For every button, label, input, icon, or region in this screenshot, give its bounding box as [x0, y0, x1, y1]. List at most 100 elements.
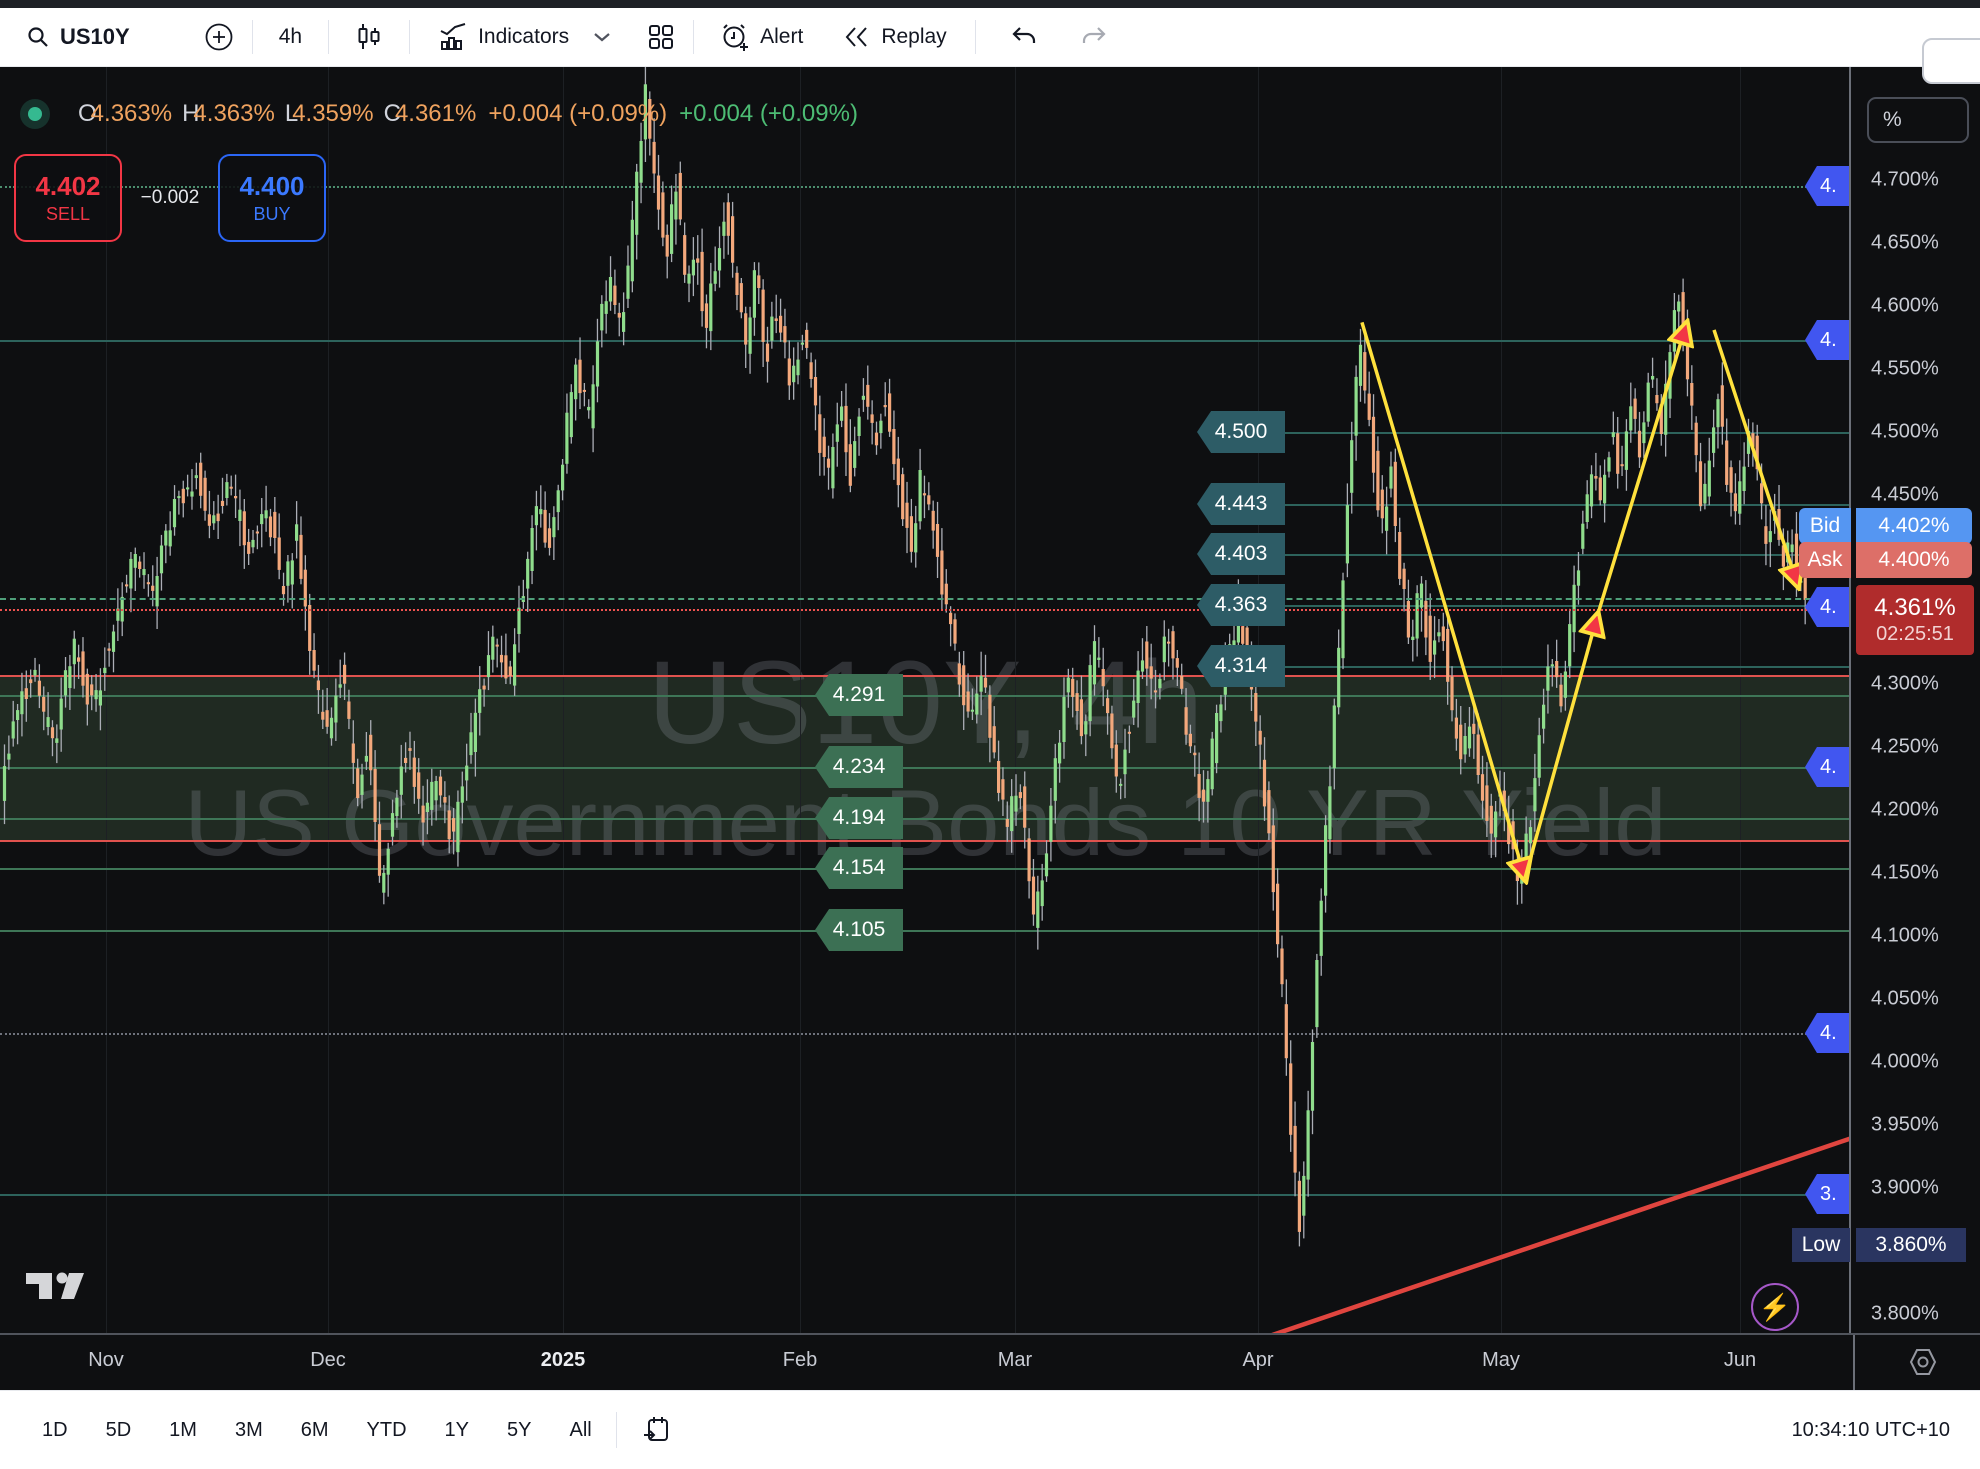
- price-flag-4.500: 4.500: [1197, 411, 1285, 453]
- axis-corner: [1853, 1335, 1980, 1392]
- sell-price: 4.402: [35, 171, 100, 202]
- symbol-search-button[interactable]: US10Y: [14, 16, 142, 58]
- chart-area: US10Y, 4h US Government Bonds 10 YR Yiel…: [0, 67, 1980, 1333]
- calendar-arrow-icon: [641, 1415, 671, 1445]
- ask-chip: Ask: [1799, 542, 1851, 578]
- trend-arrows-drawing[interactable]: [0, 67, 1851, 1333]
- replay-label: Replay: [881, 25, 946, 49]
- price-flag-4.363: 4.363: [1197, 584, 1285, 626]
- range-button-6m[interactable]: 6M: [289, 1411, 341, 1450]
- percent-scale-button[interactable]: %: [1867, 97, 1969, 143]
- price-tick-label: 4.050%: [1871, 988, 1939, 1011]
- range-button-1m[interactable]: 1M: [157, 1411, 209, 1450]
- price-tick-label: 4.300%: [1871, 673, 1939, 696]
- range-button-1y[interactable]: 1Y: [433, 1411, 481, 1450]
- instant-trading-lightning-button[interactable]: ⚡: [1751, 1283, 1799, 1331]
- ask-value: 4.400%: [1856, 542, 1972, 578]
- sell-button[interactable]: 4.402 SELL: [14, 154, 122, 242]
- buy-button[interactable]: 4.400 BUY: [218, 154, 326, 242]
- templates-button[interactable]: [635, 15, 687, 59]
- search-icon: [26, 25, 50, 49]
- price-flag-4.443: 4.443: [1197, 483, 1285, 525]
- price-tick-label: 4.500%: [1871, 421, 1939, 444]
- bid-value: 4.402%: [1856, 508, 1972, 544]
- price-tick-label: 3.800%: [1871, 1303, 1939, 1326]
- price-tick-label: 4.650%: [1871, 232, 1939, 255]
- time-axis[interactable]: NovDec2025FebMarAprMayJun: [0, 1333, 1980, 1390]
- time-axis-label: May: [1482, 1349, 1520, 1372]
- ohlc-value: 4.359%: [292, 100, 373, 127]
- range-button-5y[interactable]: 5Y: [495, 1411, 543, 1450]
- toolbar-separator: [328, 20, 329, 54]
- price-flag-4.291: 4.291: [815, 674, 903, 716]
- tradingview-app: US10Y 4h: [0, 0, 1980, 1469]
- price-flag-4.194: 4.194: [815, 797, 903, 839]
- symbol-label: US10Y: [60, 24, 130, 50]
- bid-chip: Bid: [1799, 508, 1851, 544]
- price-tick-label: 4.600%: [1871, 295, 1939, 318]
- buy-price: 4.400: [239, 171, 304, 202]
- price-tick-label: 4.450%: [1871, 484, 1939, 507]
- compare-add-button[interactable]: [192, 14, 246, 60]
- range-button-ytd[interactable]: YTD: [355, 1411, 419, 1450]
- toolbar-separator: [975, 20, 976, 54]
- plus-circle-icon: [204, 22, 234, 52]
- ohlc-value: 4.363%: [91, 100, 172, 127]
- time-axis-label: Jun: [1724, 1349, 1756, 1372]
- ohlc-value: 4.363%: [193, 100, 274, 127]
- indicators-button[interactable]: Indicators: [426, 14, 581, 60]
- indicators-dropdown-arrow[interactable]: [581, 23, 623, 51]
- price-tick-label: 4.150%: [1871, 862, 1939, 885]
- time-axis-label: Mar: [998, 1349, 1032, 1372]
- undo-button[interactable]: [998, 17, 1050, 57]
- price-flag-4.154: 4.154: [815, 847, 903, 889]
- lightning-icon: ⚡: [1759, 1292, 1791, 1323]
- price-tick-label: 4.200%: [1871, 799, 1939, 822]
- undo-icon: [1010, 25, 1038, 49]
- change-value: +0.004 (+0.09%): [488, 100, 667, 128]
- chart-pane[interactable]: US10Y, 4h US Government Bonds 10 YR Yiel…: [0, 67, 1851, 1333]
- replay-button[interactable]: Replay: [831, 16, 958, 58]
- interval-button[interactable]: 4h: [267, 17, 314, 57]
- price-axis[interactable]: % 4.700%4.650%4.600%4.550%4.500%4.450%4.…: [1853, 67, 1980, 1333]
- price-tick-label: 4.550%: [1871, 358, 1939, 381]
- indicators-label: Indicators: [478, 25, 569, 49]
- ohlc-value: 4.361%: [395, 100, 476, 127]
- price-flag-4.234: 4.234: [815, 746, 903, 788]
- buy-label: BUY: [253, 204, 290, 225]
- alert-label: Alert: [760, 25, 803, 49]
- footer-separator: [616, 1412, 617, 1448]
- series-status-dot: [20, 99, 50, 129]
- sell-label: SELL: [46, 204, 90, 225]
- time-axis-label: Nov: [88, 1349, 124, 1372]
- window-strip: [0, 0, 1980, 8]
- toolbar-separator: [252, 20, 253, 54]
- tradingview-logo[interactable]: [22, 1265, 88, 1310]
- redo-icon: [1080, 25, 1108, 49]
- price-tick-label: 3.950%: [1871, 1114, 1939, 1137]
- grid-icon: [647, 23, 675, 51]
- range-button-all[interactable]: All: [557, 1411, 603, 1450]
- range-button-3m[interactable]: 3M: [223, 1411, 275, 1450]
- clock-timezone[interactable]: 10:34:10 UTC+10: [1792, 1419, 1950, 1442]
- indicators-icon: [438, 22, 468, 52]
- price-tick-label: 4.100%: [1871, 925, 1939, 948]
- layout-panel-button[interactable]: [1922, 38, 1980, 84]
- range-button-5d[interactable]: 5D: [94, 1411, 144, 1450]
- trade-widget: 4.402 SELL −0.002 4.400 BUY: [14, 154, 326, 242]
- top-toolbar: US10Y 4h: [0, 8, 1980, 67]
- chevron-down-icon: [593, 31, 611, 43]
- go-to-date-button[interactable]: [629, 1407, 683, 1453]
- time-axis-label: Apr: [1242, 1349, 1273, 1372]
- alert-button[interactable]: Alert: [708, 14, 815, 60]
- price-tick-label: 4.700%: [1871, 169, 1939, 192]
- chart-type-button[interactable]: [343, 14, 395, 60]
- price-flag-4.314: 4.314: [1197, 645, 1285, 687]
- time-axis-label: Dec: [310, 1349, 346, 1372]
- redo-button[interactable]: [1068, 17, 1120, 57]
- gear-icon[interactable]: [1904, 1343, 1942, 1386]
- toolbar-separator: [693, 20, 694, 54]
- range-button-1d[interactable]: 1D: [30, 1411, 80, 1450]
- interval-label: 4h: [279, 25, 302, 49]
- price-flag-4.403: 4.403: [1197, 533, 1285, 575]
